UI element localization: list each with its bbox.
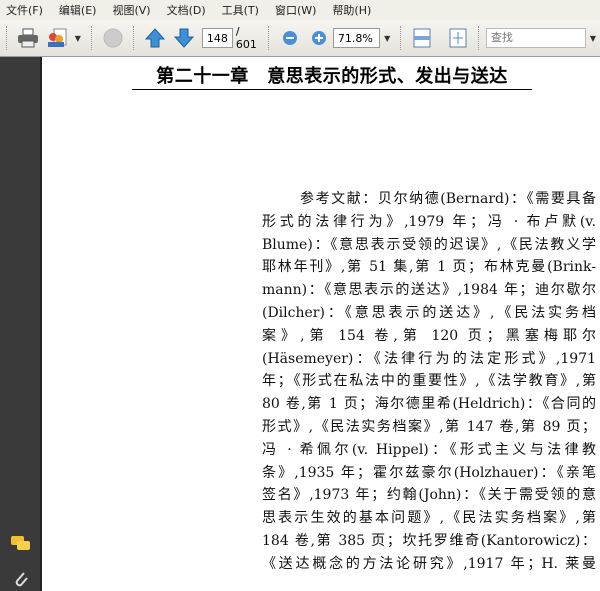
separator	[400, 26, 402, 50]
page-body-text: 参考文献：贝尔纳德(Bernard)：《需要具备形式的法律行为》,1979 年；…	[262, 188, 596, 576]
text-line: 冯 · 希佩尔(v. Hippel)：《形式主义与法律教	[262, 441, 596, 458]
page-number-input[interactable]: 148	[201, 28, 233, 48]
plus-circle-icon	[311, 31, 326, 45]
next-page-button[interactable]	[172, 26, 194, 50]
text-line: Blume)：《意思表示受领的迟误》,《民法教义学	[262, 236, 596, 253]
separator	[90, 26, 93, 50]
menu-window[interactable]: 窗口(W)	[275, 2, 316, 18]
toolbar-grip	[6, 26, 8, 50]
text-line: 签名》,1973 年；约翰(John)：《关于需受领的意	[262, 487, 596, 504]
menu-document[interactable]: 文档(D)	[167, 2, 206, 18]
fit-width-button[interactable]	[411, 26, 433, 50]
text-line: 年；《形式在私法中的重要性》,《法学教育》,第	[262, 373, 596, 390]
zoom-in-button[interactable]	[307, 26, 329, 50]
fit-width-icon	[413, 28, 431, 48]
text-line: (Dilcher)：《意思表示的送达》,《民法实务档	[262, 304, 596, 321]
text-line: 耶林年刊》,第 51 集,第 1 页；布林克曼(Brink-	[262, 259, 596, 276]
text-line: 80 卷,第 1 页；海尔德里希(Heldrich)：《合同的	[262, 396, 596, 413]
comments-icon[interactable]	[10, 535, 32, 553]
document-page: 第二十一章 意思表示的形式、发出与送达 参考文献：贝尔纳德(Bernard)：《…	[42, 57, 600, 591]
users-document-icon	[47, 28, 66, 47]
navigation-panel	[0, 57, 42, 591]
arrow-up-icon	[145, 28, 166, 48]
fit-page-button[interactable]	[447, 26, 469, 50]
page-total: / 601	[235, 25, 257, 51]
menu-edit[interactable]: 编辑(E)	[59, 2, 97, 18]
text-line: 案》,第 154 卷,第 120 页；黑塞梅耶尔	[262, 327, 596, 344]
web-button[interactable]	[102, 26, 124, 50]
chevron-down-icon[interactable]: ▼	[75, 34, 81, 43]
menu-bar: 文件(F) 编辑(E) 视图(V) 文档(D) 工具(T) 窗口(W) 帮助(H…	[0, 0, 600, 20]
separator	[133, 26, 135, 50]
paperclip-icon[interactable]	[12, 569, 30, 589]
text-line: 参考文献：贝尔纳德(Bernard)：《需要具备	[300, 191, 596, 207]
zoom-level-input[interactable]: 71.8%	[332, 28, 381, 48]
chevron-down-icon[interactable]: ▼	[590, 34, 596, 43]
text-line: 形式》,《民法实务档案》,第 147 卷,第 89 页；	[262, 418, 596, 435]
text-line: 《送达概念的方法论研究》,1917 年；H. 莱曼	[262, 555, 596, 572]
collaborate-button[interactable]	[45, 26, 67, 50]
previous-page-button[interactable]	[144, 26, 166, 50]
arrow-down-icon	[173, 28, 194, 48]
menu-help[interactable]: 帮助(H)	[332, 2, 371, 18]
chevron-down-icon[interactable]: ▼	[384, 34, 390, 43]
menu-view[interactable]: 视图(V)	[112, 2, 150, 18]
separator	[268, 26, 270, 50]
text-line: 思表示生效的基本问题》,《民法实务档案》,第	[262, 510, 596, 527]
search-input[interactable]	[485, 28, 586, 48]
globe-icon	[103, 28, 123, 48]
fit-page-icon	[449, 28, 467, 48]
text-line: mann)：《意思表示的送达》,1984 年；迪尔歇尔	[262, 282, 596, 299]
separator	[477, 26, 480, 50]
text-line: 形式的法律行为》,1979 年；冯 · 布卢默(v.	[262, 213, 596, 230]
text-line: 条》,1935 年；霍尔兹豪尔(Holzhauer)：《亲笔	[262, 464, 596, 481]
printer-icon	[18, 28, 39, 48]
text-line: (Häsemeyer)：《法律行为的法定形式》,1971	[262, 350, 596, 367]
zoom-out-button[interactable]	[279, 26, 301, 50]
print-button[interactable]	[17, 26, 39, 50]
menu-tools[interactable]: 工具(T)	[222, 2, 259, 18]
toolbar: ▼ 148 / 601 71.8% ▼ ▼	[0, 20, 600, 57]
menu-file[interactable]: 文件(F)	[6, 2, 43, 18]
minus-circle-icon	[283, 31, 298, 45]
text-line: 184 卷,第 385 页；坎托罗维奇(Kantorowicz)：	[262, 532, 596, 549]
chapter-title: 第二十一章 意思表示的形式、发出与送达	[132, 65, 532, 90]
